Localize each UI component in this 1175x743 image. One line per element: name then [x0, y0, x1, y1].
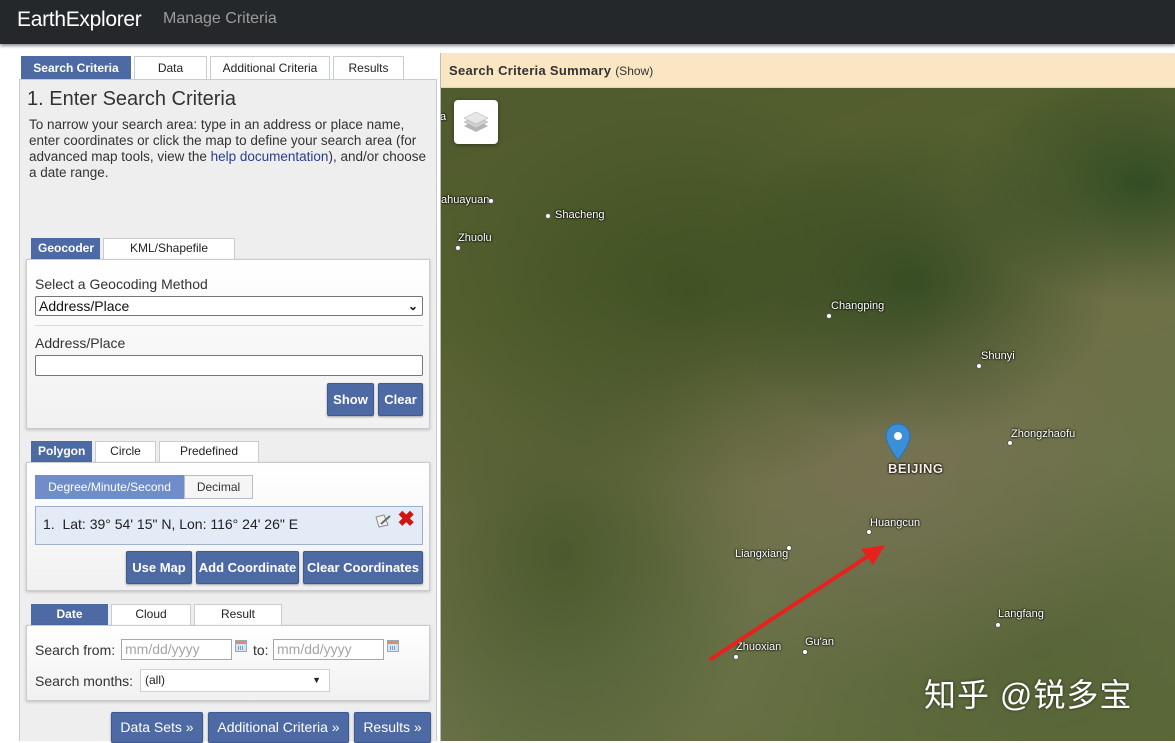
search-from-input[interactable]: mm/dd/yyyy — [121, 639, 232, 660]
summary-show-toggle[interactable]: (Show) — [615, 64, 653, 78]
section-title: 1. Enter Search Criteria — [27, 88, 236, 110]
address-place-input[interactable] — [35, 355, 423, 376]
show-button[interactable]: Show — [327, 383, 374, 416]
clear-button[interactable]: Clear — [378, 383, 423, 416]
summary-title: Search Criteria Summary (Show) — [449, 63, 653, 78]
manage-criteria-link[interactable]: Manage Criteria — [163, 10, 277, 28]
geocoder-box: Select a Geocoding Method Address/Place … — [26, 259, 430, 429]
tab-cloud-cover[interactable]: Cloud Cover — [111, 604, 191, 640]
tab-result-options[interactable]: Result Options — [194, 604, 282, 640]
place-label: ahuayuan — [441, 194, 490, 206]
app-brand[interactable]: EarthExplorer — [17, 8, 142, 32]
place-dot — [1007, 440, 1013, 446]
place-label: Langfang — [998, 608, 1044, 620]
coordinate-format-toggle: Degree/Minute/Second Decimal — [35, 475, 253, 499]
delete-coordinate-icon[interactable]: ✖ — [397, 509, 415, 530]
layers-icon — [463, 111, 489, 132]
place-dot — [976, 363, 982, 369]
search-panel: Search Criteria Data Sets Additional Cri… — [0, 44, 440, 743]
coordinate-text: 1. Lat: 39° 54' 15" N, Lon: 116° 24' 26"… — [43, 516, 298, 532]
format-decimal-option[interactable]: Decimal — [184, 475, 253, 499]
help-documentation-link[interactable]: help documentation — [211, 149, 329, 164]
add-coordinate-button[interactable]: Add Coordinate — [196, 551, 299, 584]
summary-title-text: Search Criteria Summary — [449, 63, 612, 78]
additional-criteria-button[interactable]: Additional Criteria » — [208, 712, 349, 743]
date-range-box: Search from: mm/dd/yyyy to: mm/dd/yyyy S… — [26, 625, 430, 701]
search-months-value: (all) — [145, 673, 165, 687]
tab-kml-shapefile-upload[interactable]: KML/Shapefile Upload — [103, 238, 235, 274]
format-dms-option[interactable]: Degree/Minute/Second — [35, 475, 184, 499]
caret-down-icon: ▼ — [312, 675, 321, 685]
layers-button[interactable] — [454, 100, 498, 144]
edit-icon[interactable] — [374, 513, 392, 529]
place-label: Zhongzhaofu — [1011, 428, 1076, 440]
tab-date-range[interactable]: Date Range — [31, 604, 108, 640]
calendar-icon[interactable] — [387, 640, 399, 652]
results-button[interactable]: Results » — [354, 712, 431, 743]
place-dot — [995, 622, 1001, 628]
location-marker-icon[interactable] — [885, 423, 911, 461]
geocoder-tabs: Geocoder KML/Shapefile Upload — [31, 238, 238, 274]
to-label: to: — [253, 642, 269, 658]
calendar-icon[interactable] — [235, 640, 247, 652]
tab-data-sets[interactable]: Data Sets — [134, 56, 207, 97]
watermark: 知乎 @锐多宝 — [924, 677, 1133, 713]
divider — [35, 325, 423, 326]
place-dot — [545, 213, 551, 219]
tab-polygon[interactable]: Polygon — [31, 441, 92, 462]
geocoding-method-label: Select a Geocoding Method — [35, 276, 208, 292]
use-map-button[interactable]: Use Map — [126, 551, 192, 584]
place-label: Shacheng — [555, 209, 605, 221]
polygon-box: Degree/Minute/Second Decimal 1. Lat: 39°… — [26, 462, 430, 591]
tab-geocoder[interactable]: Geocoder — [31, 238, 100, 259]
tab-predefined-area[interactable]: Predefined Area — [159, 441, 259, 477]
place-dot — [826, 313, 832, 319]
search-criteria-body: 1. Enter Search Criteria To narrow your … — [19, 79, 437, 743]
address-place-label: Address/Place — [35, 335, 126, 351]
intro-text: To narrow your search area: type in an a… — [29, 117, 429, 181]
place-label: Zhuolu — [458, 232, 492, 244]
geocoding-method-value: Address/Place — [39, 298, 130, 314]
coordinate-value: Lat: 39° 54' 15" N, Lon: 116° 24' 26" E — [62, 516, 299, 532]
date-tabs: Date Range Cloud Cover Result Options — [31, 604, 285, 640]
clear-coordinates-button[interactable]: Clear Coordinates — [303, 551, 423, 584]
tab-search-criteria[interactable]: Search Criteria — [21, 56, 131, 80]
place-label: a — [440, 111, 447, 123]
chevron-down-icon: ⌄ — [407, 299, 418, 313]
place-label: Changping — [831, 300, 885, 312]
coordinate-row: 1. Lat: 39° 54' 15" N, Lon: 116° 24' 26"… — [35, 506, 423, 545]
place-label-beijing: BEIJING — [888, 461, 944, 476]
map-view[interactable]: Search Criteria Summary (Show) a ahuayua… — [440, 53, 1175, 741]
search-to-input[interactable]: mm/dd/yyyy — [273, 639, 384, 660]
tab-results[interactable]: Results — [333, 56, 404, 80]
area-tabs: Polygon Circle Predefined Area — [31, 441, 262, 477]
place-dot — [455, 245, 461, 251]
geocoding-method-select[interactable]: Address/Place ⌄ — [35, 296, 423, 316]
main-tabs: Search Criteria Data Sets Additional Cri… — [21, 56, 407, 97]
top-bar: EarthExplorer Manage Criteria — [0, 0, 1175, 44]
place-dot — [488, 198, 494, 204]
search-months-label: Search months: — [35, 673, 134, 689]
search-months-select[interactable]: (all) ▼ — [140, 669, 330, 692]
place-label: Shunyi — [981, 350, 1015, 362]
annotation-arrow — [709, 545, 885, 661]
data-sets-button[interactable]: Data Sets » — [111, 712, 203, 743]
tab-circle[interactable]: Circle — [95, 441, 156, 462]
search-criteria-summary: Search Criteria Summary (Show) — [441, 53, 1175, 88]
coordinate-index: 1. — [43, 516, 55, 532]
search-from-label: Search from: — [35, 642, 116, 658]
tab-additional-criteria[interactable]: Additional Criteria — [210, 56, 330, 80]
